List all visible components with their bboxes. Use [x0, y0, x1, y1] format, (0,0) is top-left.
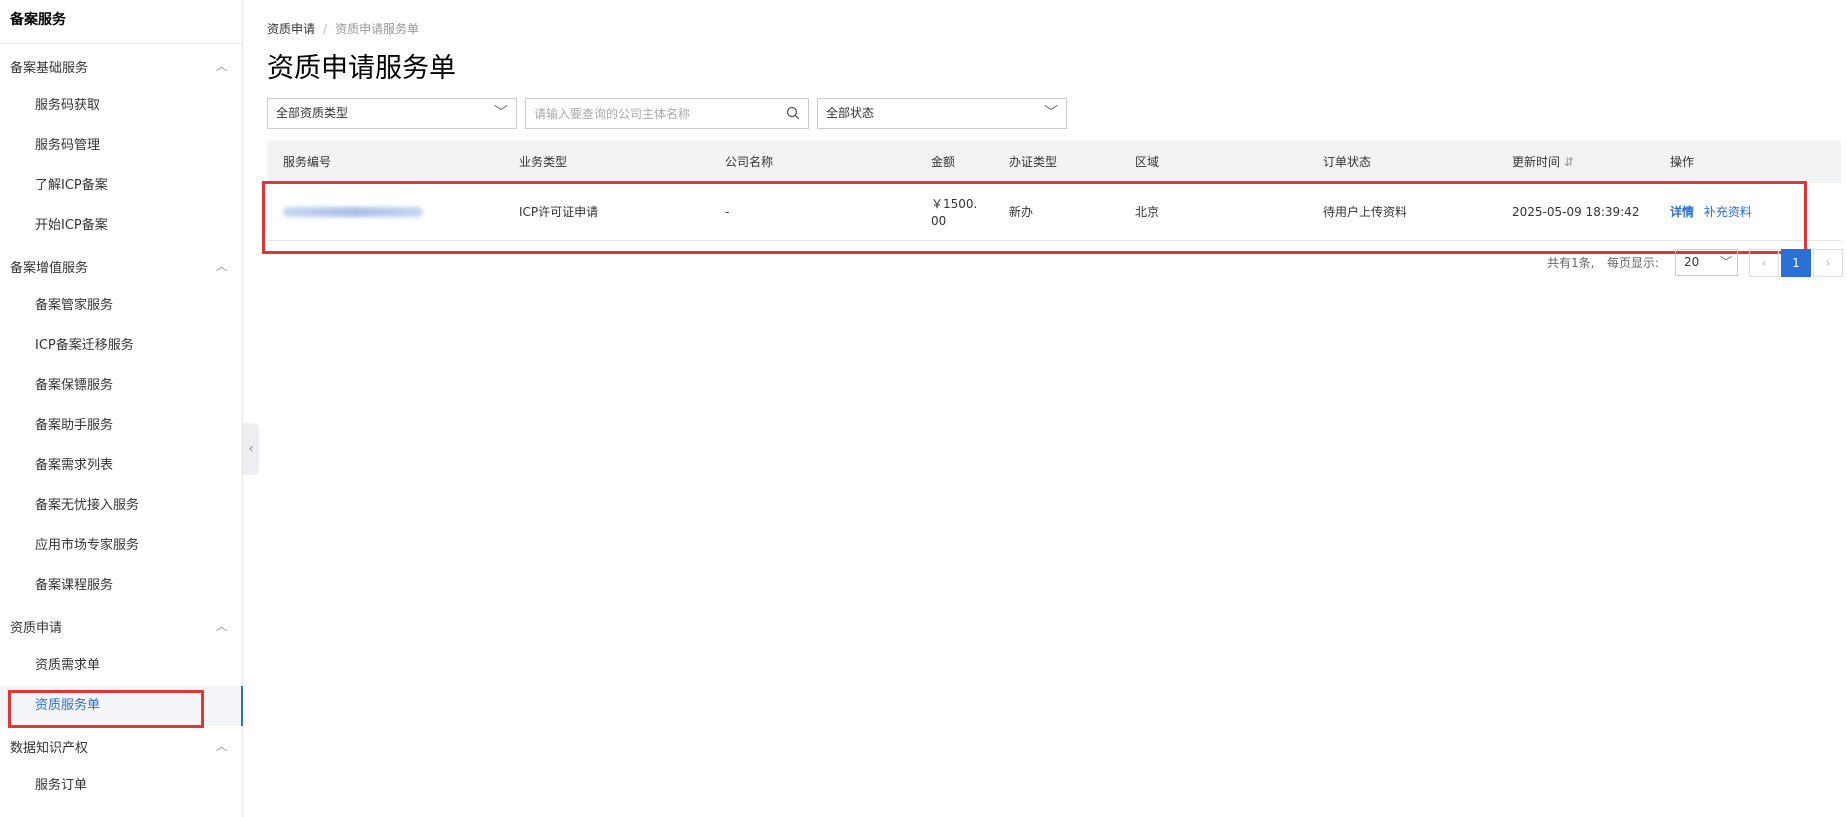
- sidebar-item-demand-list[interactable]: 备案需求列表: [0, 446, 243, 486]
- search-input[interactable]: [526, 99, 781, 128]
- sidebar-item-service-code-get[interactable]: 服务码获取: [0, 86, 243, 126]
- col-cert-type: 办证类型: [1009, 155, 1058, 169]
- sidebar-item-steward[interactable]: 备案管家服务: [0, 286, 243, 326]
- sidebar-title: 备案服务: [0, 0, 242, 44]
- select-value: 全部状态: [826, 106, 875, 120]
- select-value: 全部资质类型: [276, 106, 349, 120]
- search-icon[interactable]: [786, 106, 800, 120]
- sidebar: 备案服务 备案基础服务 ︿ 服务码获取 服务码管理 了解ICP备案 开始ICP备…: [0, 0, 243, 817]
- sidebar-item-migration[interactable]: ICP备案迁移服务: [0, 326, 243, 366]
- sidebar-item-market-expert[interactable]: 应用市场专家服务: [0, 526, 243, 566]
- sidebar-item-course[interactable]: 备案课程服务: [0, 566, 243, 606]
- col-updated[interactable]: 更新时间 ⇵: [1512, 141, 1574, 183]
- breadcrumb-current: 资质申请服务单: [335, 22, 420, 36]
- sidebar-group-label: 备案基础服务: [10, 60, 89, 76]
- sidebar-item-start-icp[interactable]: 开始ICP备案: [0, 206, 243, 246]
- updated-cell: 2025-05-09 18:39:42: [1512, 205, 1640, 219]
- sidebar-group-label: 备案增值服务: [10, 260, 89, 276]
- amount-line1: ￥1500.: [931, 197, 978, 211]
- col-region: 区域: [1135, 155, 1160, 169]
- chevron-left-icon: ‹: [248, 441, 254, 457]
- company-cell: -: [725, 205, 730, 219]
- chevron-down-icon: ﹀: [1044, 105, 1058, 121]
- prev-page-button[interactable]: ‹: [1749, 249, 1779, 277]
- amount-cell: ￥1500. 00: [931, 196, 977, 230]
- amount-line2: 00: [931, 214, 947, 228]
- sort-icon[interactable]: ⇵: [1564, 155, 1574, 169]
- chevron-down-icon: ﹀: [494, 105, 508, 121]
- chevron-left-icon: ‹: [1761, 256, 1767, 270]
- table-row: ICP许可证申请 - ￥1500. 00 新办 北京 待用户上传资料 2025-0…: [267, 183, 1841, 241]
- breadcrumb-item[interactable]: 资质申请: [267, 22, 315, 36]
- next-page-button[interactable]: ›: [1813, 249, 1843, 277]
- sidebar-item-assistant[interactable]: 备案助手服务: [0, 406, 243, 446]
- cert-type-cell: 新办: [1009, 205, 1034, 219]
- ops-cell: 详情 补充资料: [1670, 183, 1752, 241]
- pager-per-page-label: 每页显示:: [1607, 256, 1660, 270]
- supplement-link[interactable]: 补充资料: [1704, 205, 1752, 219]
- sidebar-group-data-ip[interactable]: 数据知识产权 ︿: [0, 726, 243, 766]
- sidebar-item-service-order[interactable]: 服务订单: [0, 766, 243, 806]
- status-cell: 待用户上传资料: [1323, 205, 1408, 219]
- chevron-up-icon: ︿: [216, 740, 227, 753]
- biz-type-cell: ICP许可证申请: [519, 205, 599, 219]
- sidebar-collapse-handle[interactable]: ‹: [243, 423, 259, 475]
- service-no-cell[interactable]: [283, 183, 423, 242]
- sidebar-item-qualification-service[interactable]: 资质服务单: [0, 686, 243, 726]
- sidebar-group-label: 资质申请: [10, 620, 63, 636]
- status-select[interactable]: 全部状态 ﹀: [817, 98, 1067, 129]
- sidebar-item-worry-free[interactable]: 备案无忧接入服务: [0, 486, 243, 526]
- breadcrumb-separator: /: [323, 22, 328, 36]
- col-amount: 金额: [931, 155, 956, 169]
- breadcrumb: 资质申请 / 资质申请服务单: [267, 20, 419, 37]
- col-ops: 操作: [1670, 155, 1695, 169]
- per-page-select[interactable]: 20 ﹀: [1675, 249, 1738, 276]
- sidebar-group-basic[interactable]: 备案基础服务 ︿: [0, 46, 243, 86]
- col-service-no: 服务编号: [283, 155, 332, 169]
- sidebar-group-value-added[interactable]: 备案增值服务 ︿: [0, 246, 243, 286]
- chevron-up-icon: ︿: [216, 260, 227, 273]
- qualification-type-select[interactable]: 全部资质类型 ﹀: [267, 98, 517, 129]
- main-content: 资质申请 / 资质申请服务单 资质申请服务单 全部资质类型 ﹀ 全部状态 ﹀: [262, 0, 1847, 817]
- redacted-service-no: [283, 207, 423, 217]
- col-company: 公司名称: [725, 155, 774, 169]
- sidebar-group-qualification[interactable]: 资质申请 ︿: [0, 606, 243, 646]
- sidebar-item-learn-icp[interactable]: 了解ICP备案: [0, 166, 243, 206]
- pager-total: 共有1条,: [1547, 256, 1595, 270]
- service-order-table: 服务编号 业务类型 公司名称 金额 办证类型 区域 订单状态 更新时间 ⇵ 操作…: [267, 141, 1841, 241]
- sidebar-item-service-code-manage[interactable]: 服务码管理: [0, 126, 243, 166]
- detail-link[interactable]: 详情: [1670, 205, 1694, 219]
- table-header: 服务编号 业务类型 公司名称 金额 办证类型 区域 订单状态 更新时间 ⇵ 操作: [267, 141, 1841, 183]
- chevron-right-icon: ›: [1825, 256, 1831, 270]
- sidebar-item-bodyguard[interactable]: 备案保镖服务: [0, 366, 243, 406]
- select-value: 20: [1684, 255, 1700, 269]
- page-button-1[interactable]: 1: [1781, 249, 1811, 277]
- company-search[interactable]: [525, 98, 809, 129]
- sidebar-group-label: 数据知识产权: [10, 740, 89, 756]
- col-biz-type: 业务类型: [519, 155, 568, 169]
- pagination: 共有1条, 每页显示: 20 ﹀ ‹ 1 ›: [1547, 249, 1847, 277]
- col-status: 订单状态: [1323, 155, 1372, 169]
- chevron-down-icon: ﹀: [1719, 255, 1732, 269]
- page-title: 资质申请服务单: [267, 53, 456, 84]
- chevron-up-icon: ︿: [216, 620, 227, 633]
- sidebar-item-qualification-demand[interactable]: 资质需求单: [0, 646, 243, 686]
- region-cell: 北京: [1135, 205, 1160, 219]
- chevron-up-icon: ︿: [216, 60, 227, 73]
- col-updated-label: 更新时间: [1512, 155, 1561, 169]
